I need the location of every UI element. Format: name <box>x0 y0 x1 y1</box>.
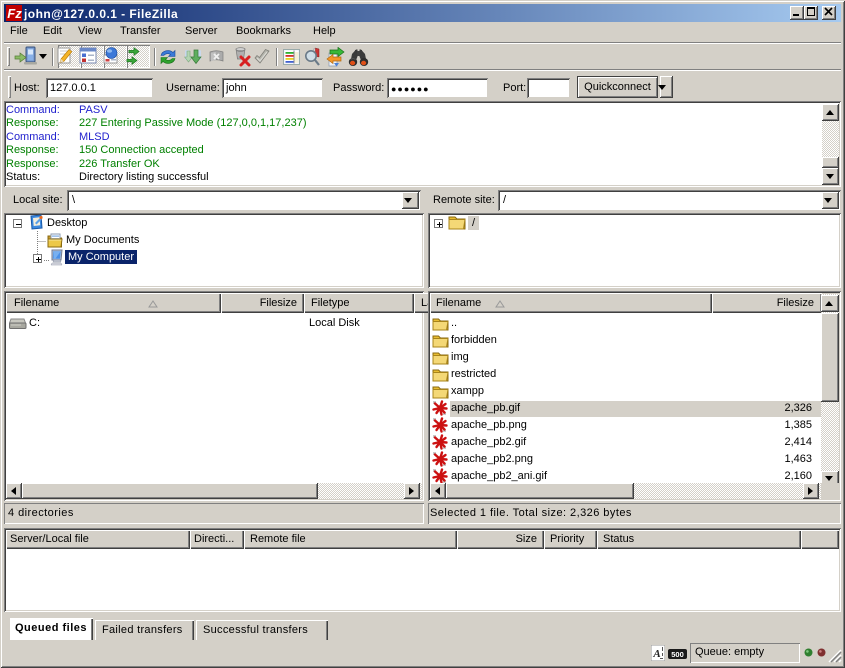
svg-text:500: 500 <box>671 650 684 659</box>
svg-text:A: A <box>652 648 660 660</box>
svg-text:Fz: Fz <box>7 6 22 21</box>
